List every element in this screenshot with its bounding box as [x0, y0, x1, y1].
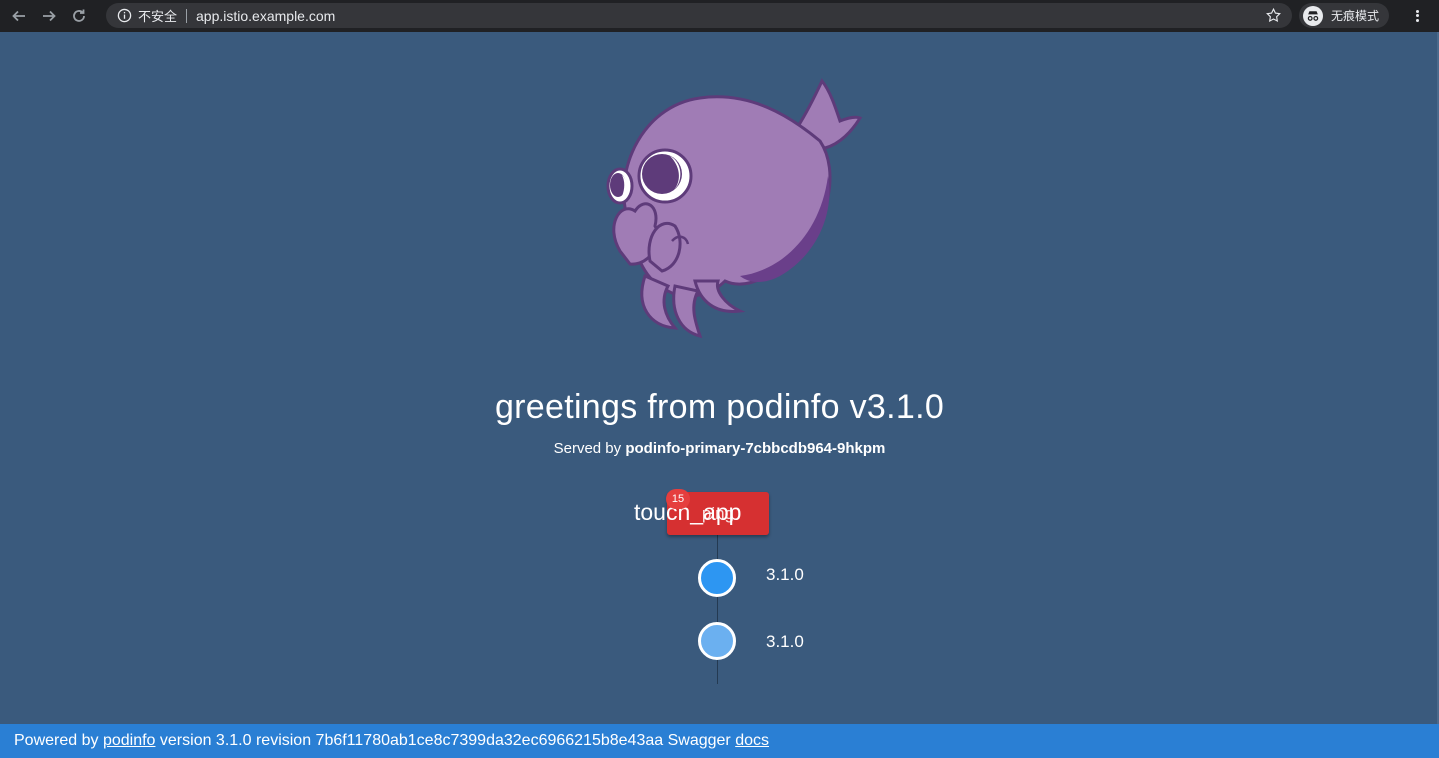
timeline-version: 3.1.0 [766, 565, 804, 584]
footer-powered-by: Powered by [14, 732, 99, 749]
reload-icon [73, 9, 85, 22]
address-separator [186, 8, 188, 23]
back-button[interactable] [8, 5, 30, 27]
forward-icon [43, 10, 56, 22]
footer: Powered by podinfo version 3.1.0 revisio… [0, 724, 1439, 758]
served-host: podinfo-primary-7cbbcdb964-9hkpm [625, 440, 886, 457]
incognito-icon [1303, 5, 1323, 26]
forward-button[interactable] [38, 5, 60, 27]
security-label: 不安全 [138, 10, 178, 25]
timeline-version: 3.1.0 [766, 632, 804, 651]
reload-button[interactable] [68, 5, 90, 27]
incognito-indicator[interactable]: 无痕模式 [1299, 3, 1390, 28]
page-title: greetings from podinfo v3.1.0 [494, 388, 945, 426]
address-bar[interactable]: 不安全 app.istio.example.com [106, 3, 1292, 28]
timeline-line [717, 534, 718, 684]
back-icon [12, 10, 25, 22]
served-by-text: Served by podinfo-primary-7cbbcdb964-9hk… [0, 440, 1439, 457]
star-icon[interactable] [1265, 7, 1282, 24]
menu-icon[interactable] [1408, 6, 1426, 26]
page-content: greetings from podinfo v3.1.0 Served by … [0, 32, 1439, 724]
browser-toolbar: 不安全 app.istio.example.com 无痕模式 [0, 0, 1439, 32]
served-prefix: Served by [553, 440, 622, 457]
info-icon[interactable] [116, 8, 132, 24]
docs-link[interactable]: docs [735, 732, 769, 750]
podinfo-link[interactable]: podinfo [103, 732, 156, 750]
url-text[interactable]: app.istio.example.com [196, 8, 335, 24]
ping-count-badge: 15 [666, 489, 690, 509]
incognito-label: 无痕模式 [1331, 9, 1380, 23]
podinfo-mascot-logo [606, 78, 863, 339]
footer-version-text: version 3.1.0 revision 7b6f11780ab1ce8c7… [159, 732, 731, 749]
timeline-dot [698, 559, 736, 597]
timeline-dot [698, 622, 736, 660]
